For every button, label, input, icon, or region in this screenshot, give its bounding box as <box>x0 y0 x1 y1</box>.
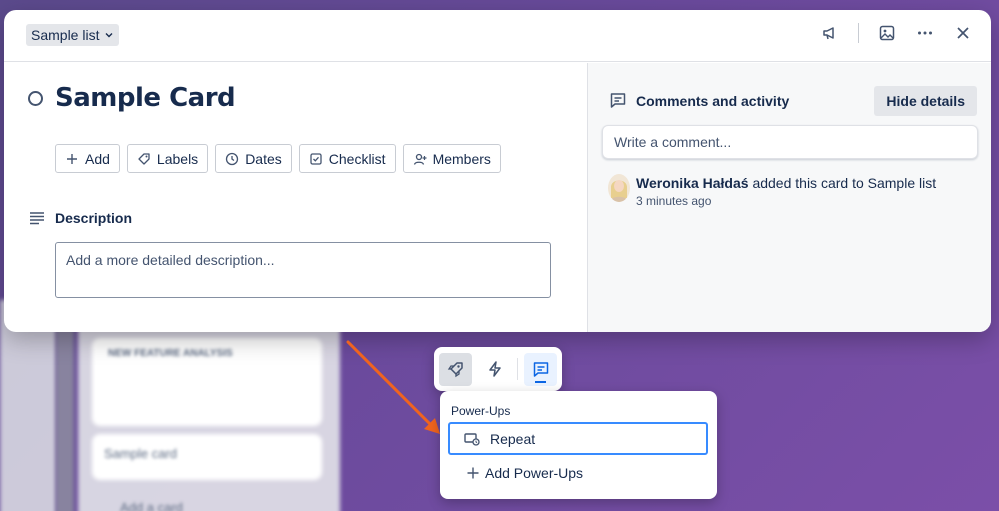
card-action-row: Add Labels Dates Checklist Members <box>55 144 501 173</box>
description-input[interactable]: Add a more detailed description... <box>55 242 551 298</box>
card-complete-toggle[interactable] <box>28 91 43 106</box>
image-icon[interactable] <box>877 23 897 43</box>
megaphone-icon[interactable] <box>820 23 840 43</box>
add-button-label: Add <box>85 150 110 167</box>
comment-input[interactable]: Write a comment... <box>602 125 978 159</box>
checklist-button-label: Checklist <box>328 150 386 167</box>
card-detail-modal: Sample list Sample Card Add Labels Dates… <box>4 10 991 332</box>
plus-icon <box>467 467 479 479</box>
avatar[interactable] <box>608 174 630 202</box>
checklist-button[interactable]: Checklist <box>298 144 396 173</box>
repeat-label: Repeat <box>490 430 536 447</box>
comment-placeholder: Write a comment... <box>614 134 732 150</box>
header-actions <box>820 23 973 43</box>
list-name: Sample list <box>31 27 100 43</box>
labels-button[interactable]: Labels <box>126 144 209 173</box>
members-button-label: Members <box>432 150 491 167</box>
description-heading: Description <box>55 210 133 226</box>
comment-icon <box>610 93 626 108</box>
header-divider <box>858 23 859 43</box>
card-main-pane: Sample Card Add Labels Dates Checklist M… <box>4 63 587 332</box>
comment-icon <box>533 362 548 377</box>
comments-activity-title: Comments and activity <box>636 93 790 109</box>
modal-header: Sample list <box>4 10 991 62</box>
card-toolbar <box>434 347 562 391</box>
power-ups-heading: Power-Ups <box>451 404 511 418</box>
description-icon <box>30 212 44 225</box>
add-button[interactable]: Add <box>55 144 120 173</box>
repeat-power-up-item[interactable]: Repeat <box>448 422 708 455</box>
power-ups-toolbar-button[interactable] <box>439 352 472 386</box>
activity-entry: Weronika Hałdaś added this card to Sampl… <box>636 175 936 191</box>
labels-button-label: Labels <box>156 150 199 167</box>
checkbox-icon <box>310 152 322 165</box>
description-placeholder: Add a more detailed description... <box>66 252 275 268</box>
activity-timestamp[interactable]: 3 minutes ago <box>636 194 711 208</box>
background-add-card: Add a card <box>120 500 183 511</box>
add-member-icon <box>413 153 427 165</box>
automation-toolbar-button[interactable] <box>478 353 511 386</box>
dates-button-label: Dates <box>245 150 282 167</box>
dates-button[interactable]: Dates <box>215 144 292 173</box>
activity-user[interactable]: Weronika Hałdaś <box>636 175 749 191</box>
add-power-ups-label: Add Power-Ups <box>485 465 584 481</box>
lightning-icon <box>488 361 501 377</box>
comments-toolbar-button[interactable] <box>524 352 557 386</box>
card-title[interactable]: Sample Card <box>55 83 236 113</box>
toolbar-divider <box>517 358 518 380</box>
hide-details-button[interactable]: Hide details <box>874 86 977 116</box>
activity-pane: Comments and activity Hide details Write… <box>587 63 991 332</box>
repeat-icon <box>464 432 480 446</box>
members-button[interactable]: Members <box>402 144 501 173</box>
plus-icon <box>67 153 77 164</box>
close-icon[interactable] <box>953 23 973 43</box>
more-options-icon[interactable] <box>915 23 935 43</box>
tag-icon <box>138 152 150 165</box>
power-ups-popover: Power-Ups Repeat Add Power-Ups <box>440 391 717 499</box>
activity-action: added this card to Sample list <box>752 175 937 191</box>
background-card-label: Sample card <box>104 446 177 461</box>
rocket-icon <box>447 362 463 378</box>
clock-icon <box>226 152 239 165</box>
list-selector[interactable]: Sample list <box>26 24 120 46</box>
background-list-label: NEW FEATURE ANALYSIS <box>108 348 233 359</box>
chevron-down-icon <box>105 33 113 38</box>
add-power-ups-button[interactable]: Add Power-Ups <box>466 465 583 481</box>
